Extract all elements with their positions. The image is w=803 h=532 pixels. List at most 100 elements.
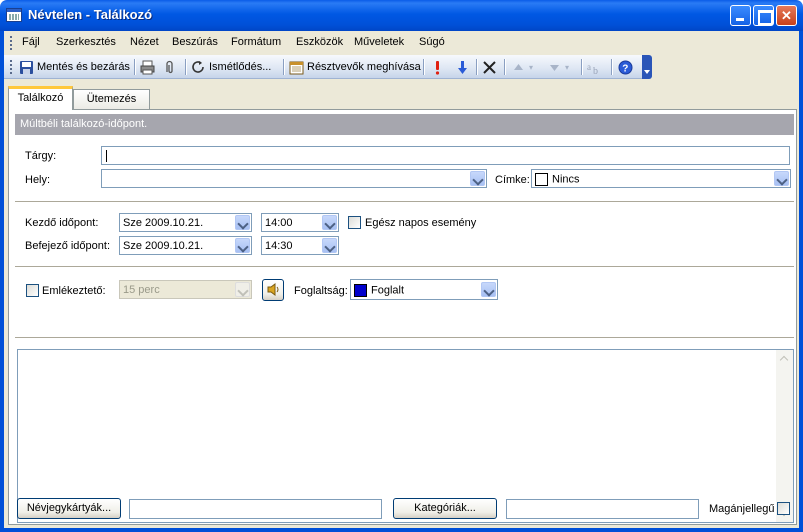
categories-button[interactable]: Kategóriák...: [393, 498, 497, 519]
all-day-checkbox[interactable]: [348, 216, 361, 229]
menu-format[interactable]: Formátum: [231, 36, 281, 48]
invite-attendees-button[interactable]: Résztvevők meghívása: [289, 58, 421, 76]
toolbar-separator: [581, 59, 582, 75]
end-time-combo[interactable]: 14:30: [261, 236, 339, 255]
invite-attendees-label: Résztvevők meghívása: [307, 61, 421, 73]
previous-item-button[interactable]: ▾: [511, 58, 533, 76]
menu-insert[interactable]: Beszúrás: [172, 36, 218, 48]
invite-attendees-icon: [289, 60, 304, 75]
window-title: Névtelen - Találkozó: [28, 7, 153, 22]
notes-scrollbar[interactable]: [776, 350, 793, 522]
toolbar-separator: [185, 59, 186, 75]
toolbar-separator: [134, 59, 135, 75]
chevron-down-icon[interactable]: [470, 171, 485, 186]
chevron-down-icon[interactable]: [322, 215, 337, 230]
save-close-label: Mentés és bezárás: [37, 61, 130, 73]
toolbar-separator: [611, 59, 612, 75]
end-time-label: Befejező időpont:: [25, 240, 111, 252]
spelling-icon: ab: [587, 60, 602, 77]
reminder-label[interactable]: Emlékeztető:: [42, 285, 106, 297]
address-check-button[interactable]: ab: [587, 58, 602, 77]
chevron-down-icon[interactable]: [481, 282, 496, 297]
chevron-down-icon[interactable]: [322, 238, 337, 253]
subject-input[interactable]: [101, 146, 790, 165]
chevron-down-icon[interactable]: [774, 171, 789, 186]
maximize-button[interactable]: [753, 5, 774, 26]
busy-combo[interactable]: Foglalt: [350, 279, 498, 300]
reminder-checkbox[interactable]: [26, 284, 39, 297]
busy-value: Foglalt: [371, 284, 405, 297]
arrow-down-icon: [547, 60, 562, 75]
attach-button[interactable]: [162, 58, 177, 76]
window-client: Fájl Szerkesztés Nézet Beszúrás Formátum…: [4, 31, 799, 528]
dropdown-caret-icon: ▾: [565, 62, 570, 72]
private-checkbox[interactable]: [777, 502, 790, 515]
print-button[interactable]: [140, 58, 155, 76]
menu-file[interactable]: Fájl: [22, 36, 40, 48]
info-bar: Múltbéli találkozó-időpont.: [15, 114, 794, 135]
menu-actions[interactable]: Műveletek: [354, 36, 404, 48]
title-bar: Névtelen - Találkozó ✕: [0, 0, 803, 31]
dropdown-caret-icon: ▾: [529, 62, 534, 72]
reminder-combo[interactable]: 15 perc: [119, 280, 252, 299]
toolbar-separator: [423, 59, 424, 75]
start-time-label: Kezdő időpont:: [25, 217, 99, 229]
recurrence-label: Ismétlődés...: [209, 61, 272, 73]
label-combo[interactable]: Nincs: [531, 169, 791, 188]
next-item-button[interactable]: ▾: [547, 58, 569, 76]
contacts-input[interactable]: [129, 499, 382, 519]
start-date-combo[interactable]: Sze 2009.10.21.: [119, 213, 252, 232]
save-close-button[interactable]: Mentés és bezárás: [19, 58, 130, 76]
divider: [15, 266, 794, 267]
help-icon: ?: [618, 60, 633, 75]
menu-bar: Fájl Szerkesztés Nézet Beszúrás Formátum…: [4, 31, 799, 55]
arrow-down-icon: [455, 60, 470, 75]
scroll-up-icon[interactable]: [776, 350, 793, 367]
end-date-combo[interactable]: Sze 2009.10.21.: [119, 236, 252, 255]
tab-appointment[interactable]: Találkozó: [8, 86, 73, 110]
help-button[interactable]: ?: [618, 58, 633, 76]
label-label: Címke:: [495, 174, 530, 186]
contacts-button[interactable]: Névjegykártyák...: [17, 498, 121, 519]
menu-edit[interactable]: Szerkesztés: [56, 36, 116, 48]
busy-label: Foglaltság:: [294, 285, 348, 297]
busy-color-swatch: [354, 284, 367, 297]
toolbar-separator: [504, 59, 505, 75]
recurrence-icon: [191, 60, 206, 75]
arrow-up-icon: [511, 60, 526, 75]
window-frame: Fájl Szerkesztés Nézet Beszúrás Formátum…: [0, 31, 803, 532]
svg-text:a: a: [587, 62, 591, 72]
delete-button[interactable]: [482, 58, 497, 76]
speaker-icon: [266, 282, 281, 297]
notes-textarea[interactable]: [17, 349, 794, 523]
toolbar-options-button[interactable]: [642, 55, 652, 79]
private-label[interactable]: Magánjellegű: [709, 503, 774, 515]
label-value: Nincs: [552, 173, 580, 186]
minimize-button[interactable]: [730, 5, 751, 26]
low-importance-button[interactable]: [455, 58, 470, 76]
tab-scheduling[interactable]: Ütemezés: [73, 89, 150, 109]
label-color-swatch: [535, 173, 548, 186]
menu-grip-icon[interactable]: [10, 36, 12, 50]
menu-help[interactable]: Súgó: [419, 36, 445, 48]
svg-text:b: b: [593, 66, 598, 75]
chevron-down-icon[interactable]: [235, 282, 250, 297]
start-time-combo[interactable]: 14:00: [261, 213, 339, 232]
high-importance-button[interactable]: [430, 58, 445, 76]
toolbar-grip-icon[interactable]: [10, 60, 12, 74]
chevron-down-icon[interactable]: [235, 238, 250, 253]
standard-toolbar: Mentés és bezárás Ismétlődés... Résztvev…: [4, 55, 652, 79]
paperclip-icon: [162, 60, 177, 75]
location-combo[interactable]: [101, 169, 487, 188]
chevron-down-icon[interactable]: [235, 215, 250, 230]
menu-view[interactable]: Nézet: [130, 36, 159, 48]
all-day-label[interactable]: Egész napos esemény: [365, 217, 476, 229]
exclamation-icon: [430, 60, 445, 75]
recurrence-button[interactable]: Ismétlődés...: [191, 58, 271, 76]
close-button[interactable]: ✕: [776, 5, 797, 26]
delete-x-icon: [482, 60, 497, 75]
categories-input[interactable]: [506, 499, 699, 519]
reminder-sound-button[interactable]: [262, 279, 284, 301]
menu-tools[interactable]: Eszközök: [296, 36, 343, 48]
subject-label: Tárgy:: [25, 150, 57, 162]
